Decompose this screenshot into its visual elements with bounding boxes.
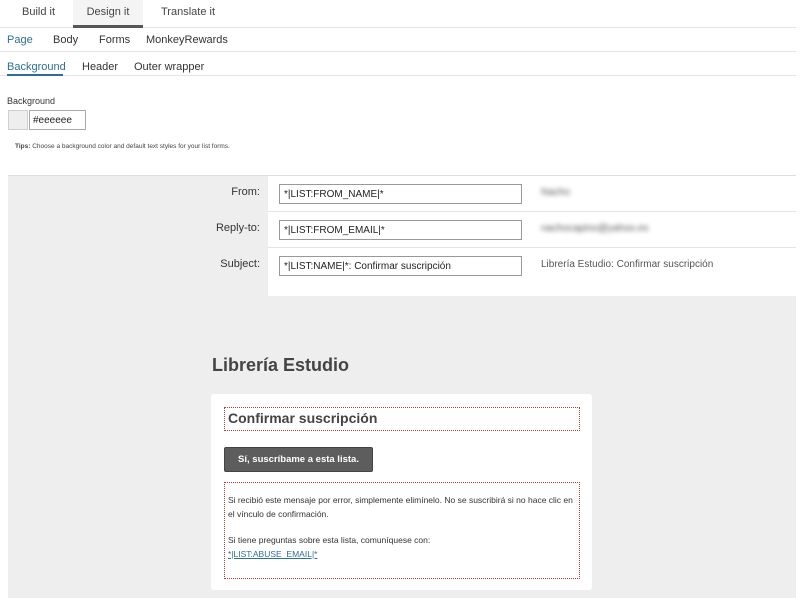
from-label: From:: [231, 186, 260, 198]
email-body-block[interactable]: Si recibió este mensaje por error, simpl…: [224, 482, 580, 579]
email-card: Confirmar suscripción Sí, suscríbame a e…: [211, 394, 592, 590]
reply-to-label: Reply-to:: [215, 222, 260, 234]
sub-nav: Background Header Outer wrapper: [0, 53, 796, 76]
reply-to-input[interactable]: [279, 220, 522, 240]
title-block[interactable]: Confirmar suscripción: [224, 407, 580, 431]
abuse-email-link[interactable]: *|LIST:ABUSE_EMAIL|*: [228, 549, 317, 559]
active-underline: [7, 74, 63, 76]
tab-translate-it[interactable]: Translate it: [161, 0, 215, 28]
email-settings-form: From: Nacho Reply-to: nachocapino@yahoo.…: [8, 175, 796, 296]
subject-preview: Librería Estudio: Confirmar suscripción: [541, 259, 714, 270]
from-label-cell: From:: [8, 176, 268, 212]
email-preview-area: Librería Estudio Confirmar suscripción S…: [8, 296, 796, 598]
tab-build-it[interactable]: Build it: [22, 0, 55, 28]
from-preview: Nacho: [541, 187, 570, 198]
subject-label: Subject:: [220, 258, 260, 270]
nav-forms[interactable]: Forms: [99, 34, 130, 46]
subject-label-cell: Subject:: [8, 248, 268, 296]
reply-to-label-cell: Reply-to:: [8, 212, 268, 248]
background-color-input[interactable]: [29, 110, 86, 130]
subject-row: Subject: Librería Estudio: Confirmar sus…: [8, 248, 796, 296]
tips-label: Tips:: [15, 143, 31, 150]
reply-to-preview: nachocapino@yahoo.es: [541, 223, 649, 234]
reply-to-row: Reply-to: nachocapino@yahoo.es: [8, 212, 796, 248]
subnav-header[interactable]: Header: [82, 61, 118, 73]
nav-body[interactable]: Body: [53, 34, 78, 46]
subnav-outer-wrapper[interactable]: Outer wrapper: [134, 61, 204, 73]
from-input[interactable]: [279, 184, 522, 204]
body-text-2: Si tiene preguntas sobre esta lista, com…: [228, 535, 431, 545]
tips-text: Tips: Choose a background color and defa…: [15, 143, 230, 150]
subject-input[interactable]: [279, 256, 522, 276]
email-title: Confirmar suscripción: [228, 410, 378, 426]
color-swatch[interactable]: [8, 110, 28, 130]
subscribe-button[interactable]: Sí, suscríbame a esta lista.: [224, 447, 373, 472]
nav-page[interactable]: Page: [7, 34, 33, 46]
tab-design-it[interactable]: Design it: [73, 0, 143, 28]
section-nav: Page Body Forms MonkeyRewards: [0, 29, 796, 52]
body-text-1: Si recibió este mensaje por error, simpl…: [228, 495, 573, 519]
brand-title[interactable]: Librería Estudio: [212, 355, 349, 376]
subnav-background[interactable]: Background: [7, 61, 66, 73]
tips-description: Choose a background color and default te…: [32, 143, 230, 150]
nav-monkeyrewards[interactable]: MonkeyRewards: [146, 34, 228, 46]
background-label: Background: [7, 96, 56, 106]
from-row: From: Nacho: [8, 176, 796, 212]
top-tabs: Build it Design it Translate it: [0, 0, 796, 28]
